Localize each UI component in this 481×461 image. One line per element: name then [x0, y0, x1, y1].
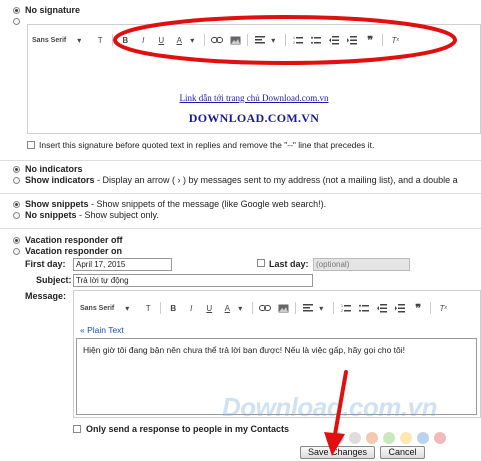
divider [0, 228, 481, 229]
vacation-on-radio[interactable] [13, 248, 20, 255]
show-snippets-radio[interactable] [13, 201, 20, 208]
vacation-on-label: Vacation responder on [25, 246, 123, 256]
indent-less-icon[interactable] [376, 301, 388, 315]
link-icon[interactable] [259, 301, 272, 315]
chevron-down-icon[interactable]: ▾ [73, 33, 85, 47]
no-snippets-radio[interactable] [13, 212, 20, 219]
subject-label: Subject: [36, 275, 72, 285]
no-snippets-label: No snippets [25, 210, 77, 220]
font-family-select[interactable]: Sans Serif [80, 305, 114, 312]
show-snippets-row: Show snippets - Show snippets of the mes… [25, 199, 326, 209]
contacts-only-label: Only send a response to people in my Con… [86, 424, 290, 434]
plain-text-link[interactable]: « Plain Text [80, 325, 124, 335]
last-day-input[interactable]: (optional) [313, 258, 410, 271]
insert-before-checkbox[interactable] [27, 141, 35, 149]
remove-formatting-icon[interactable]: Tx [437, 301, 449, 315]
contacts-only-checkbox[interactable] [73, 425, 81, 433]
bold-icon[interactable]: B [167, 301, 179, 315]
first-day-label: First day: [25, 259, 66, 269]
no-snippets-description: - Show subject only. [76, 210, 159, 220]
insert-before-label: Insert this signature before quoted text… [39, 140, 375, 150]
vacation-off-radio[interactable] [13, 237, 20, 244]
show-snippets-description: - Show snippets of the message (like Goo… [88, 199, 327, 209]
show-indicators-description: - Display an arrow ( › ) by messages sen… [94, 175, 458, 185]
vacation-off-label: Vacation responder off [25, 235, 123, 245]
divider [0, 160, 481, 161]
bulleted-list-icon[interactable] [358, 301, 370, 315]
chevron-down-icon[interactable]: ▾ [121, 301, 133, 315]
show-snippets-label: Show snippets [25, 199, 89, 209]
quote-icon[interactable]: ❞ [412, 301, 424, 315]
image-icon[interactable] [277, 301, 289, 315]
annotation-arrow [324, 370, 348, 456]
no-snippets-row: No snippets - Show subject only. [25, 210, 159, 220]
no-signature-label: No signature [25, 5, 81, 15]
numbered-list-icon[interactable]: 12 [340, 301, 352, 315]
divider [0, 193, 481, 194]
highlight-ellipse [113, 15, 457, 65]
no-indicators-label: No indicators [25, 164, 83, 174]
font-size-icon[interactable]: T [142, 301, 154, 315]
show-indicators-label: Show indicators [25, 175, 95, 185]
cancel-button[interactable]: Cancel [380, 446, 425, 459]
no-indicators-radio[interactable] [13, 166, 20, 173]
chevron-down-icon[interactable]: ▾ [315, 301, 327, 315]
no-signature-radio[interactable] [13, 7, 20, 14]
italic-icon[interactable]: I [185, 301, 197, 315]
indent-more-icon[interactable] [394, 301, 406, 315]
show-indicators-row: Show indicators - Display an arrow ( › )… [25, 175, 458, 185]
message-body-text: Hiện giờ tôi đang bận nên chưa thể trả l… [83, 345, 406, 355]
first-day-input[interactable]: April 17, 2015 [73, 258, 172, 271]
message-label: Message: [25, 291, 67, 301]
signature-radio[interactable] [13, 18, 20, 25]
svg-text:2: 2 [341, 309, 343, 313]
toolbar-divider [430, 302, 432, 314]
signature-link[interactable]: Link dẫn tới trang chủ Download.com.vn [28, 93, 480, 103]
toolbar-divider [160, 302, 162, 314]
underline-icon[interactable]: U [203, 301, 215, 315]
font-family-select[interactable]: Sans Serif [32, 37, 66, 44]
last-day-label: Last day: [269, 259, 309, 269]
align-icon[interactable] [302, 301, 314, 315]
subject-input[interactable]: Trả lời tự động [73, 274, 313, 287]
toolbar-divider [333, 302, 335, 314]
toolbar-divider [252, 302, 254, 314]
font-size-icon[interactable]: T [94, 33, 106, 47]
signature-brand: DOWNLOAD.COM.VN [188, 111, 320, 125]
text-color-icon[interactable]: A [221, 301, 233, 315]
toolbar-divider [295, 302, 297, 314]
svg-text:1: 1 [341, 304, 343, 308]
show-indicators-radio[interactable] [13, 177, 20, 184]
message-toolbar: Sans Serif ▾ T B I U A ▾ ▾ 12 ❞ T x [80, 301, 452, 315]
chevron-down-icon[interactable]: ▾ [234, 301, 246, 315]
last-day-checkbox[interactable] [257, 259, 265, 267]
